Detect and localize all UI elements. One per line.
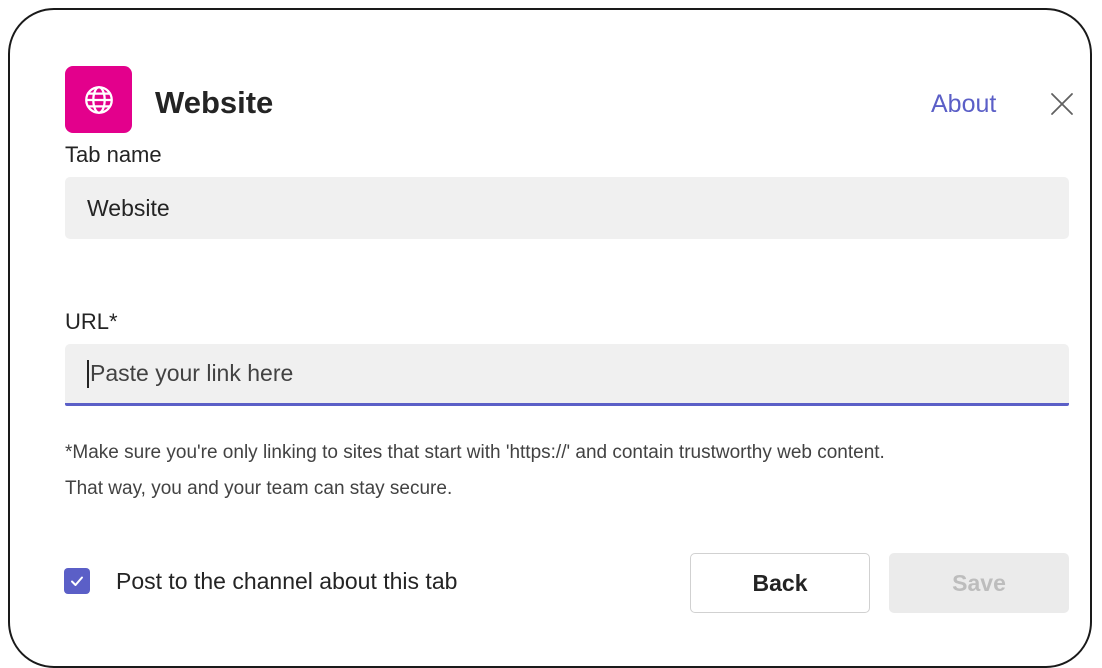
url-label: URL* bbox=[65, 309, 118, 334]
tab-name-input[interactable]: Website bbox=[65, 177, 1069, 239]
tab-name-label: Tab name bbox=[65, 142, 162, 167]
about-link[interactable]: About bbox=[931, 88, 996, 120]
dialog-title: Website bbox=[155, 85, 274, 120]
globe-icon bbox=[84, 85, 113, 114]
website-tab-dialog: Website About Tab name Website URL* Past… bbox=[8, 8, 1092, 668]
website-app-icon bbox=[65, 66, 132, 133]
security-note-line-2: That way, you and your team can stay sec… bbox=[65, 478, 453, 499]
close-icon bbox=[1051, 93, 1073, 115]
checkmark-icon bbox=[71, 576, 83, 586]
post-to-channel-label[interactable]: Post to the channel about this tab bbox=[116, 566, 457, 596]
text-caret bbox=[87, 359, 89, 388]
security-note: *Make sure you're only linking to sites … bbox=[65, 435, 1075, 507]
url-placeholder: Paste your link here bbox=[90, 360, 294, 386]
url-input[interactable]: Paste your link here bbox=[65, 344, 1069, 406]
close-button[interactable] bbox=[1046, 88, 1078, 120]
back-button[interactable]: Back bbox=[690, 553, 870, 613]
security-note-line-1: *Make sure you're only linking to sites … bbox=[65, 442, 885, 463]
save-button[interactable]: Save bbox=[889, 553, 1069, 613]
post-to-channel-checkbox[interactable] bbox=[64, 568, 90, 594]
tab-name-value: Website bbox=[87, 194, 170, 221]
